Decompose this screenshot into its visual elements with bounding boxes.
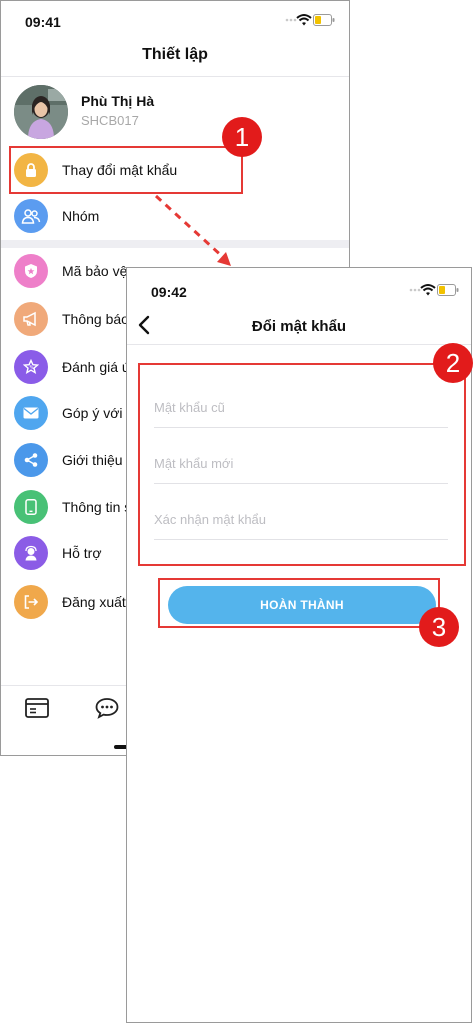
avatar-image bbox=[14, 85, 68, 139]
chat-tab-icon[interactable] bbox=[95, 697, 119, 719]
divider bbox=[1, 76, 349, 77]
page-title: Thiết lập bbox=[142, 46, 208, 63]
section-separator bbox=[1, 240, 349, 248]
group-icon bbox=[14, 199, 48, 233]
menu-item-label: Thông tin s bbox=[62, 499, 132, 515]
status-time: 09:41 bbox=[25, 14, 61, 30]
share-icon bbox=[14, 443, 48, 477]
wifi-icon bbox=[296, 14, 312, 26]
page-title: Đổi mật khẩu bbox=[251, 318, 347, 335]
menu-item-label: Giới thiệu c bbox=[62, 452, 134, 468]
profile-name: Phù Thị Hà bbox=[81, 93, 155, 109]
step-badge-3: 3 bbox=[419, 607, 459, 647]
newsfeed-tab-icon[interactable] bbox=[25, 697, 49, 719]
battery-icon bbox=[437, 284, 459, 296]
highlight-change-password bbox=[9, 146, 243, 194]
profile-code: SHCB017 bbox=[81, 113, 139, 128]
status-time: 09:42 bbox=[151, 284, 187, 300]
highlight-password-fields bbox=[138, 363, 466, 566]
battery-icon bbox=[313, 14, 335, 26]
avatar[interactable] bbox=[14, 85, 68, 139]
step-badge-2: 2 bbox=[433, 343, 473, 383]
phone-icon bbox=[14, 490, 48, 524]
menu-item-group[interactable]: Nhóm bbox=[1, 193, 349, 239]
support-icon bbox=[14, 536, 48, 570]
svg-text:✎: ✎ bbox=[29, 364, 34, 371]
menu-item-label: Mã bảo vệ bbox=[62, 263, 128, 279]
mail-icon bbox=[14, 396, 48, 430]
status-bar: 09:42 bbox=[127, 268, 471, 308]
status-bar: 09:41 bbox=[1, 1, 349, 41]
shield-icon bbox=[14, 254, 48, 288]
menu-item-label: Góp ý với n bbox=[62, 405, 135, 421]
step-badge-1: 1 bbox=[222, 117, 262, 157]
highlight-submit-button bbox=[158, 578, 440, 628]
menu-item-label: Đăng xuất bbox=[62, 594, 126, 610]
logout-icon bbox=[14, 585, 48, 619]
menu-item-label: Hỗ trợ bbox=[62, 545, 102, 561]
menu-item-label: Nhóm bbox=[62, 208, 100, 224]
divider bbox=[127, 344, 471, 345]
megaphone-icon bbox=[14, 302, 48, 336]
menu-item-label: Thông báo bbox=[62, 311, 129, 327]
wifi-icon bbox=[420, 284, 436, 296]
star-icon: ✎ bbox=[14, 350, 48, 384]
menu-item-label: Đánh giá ứ bbox=[62, 359, 132, 375]
